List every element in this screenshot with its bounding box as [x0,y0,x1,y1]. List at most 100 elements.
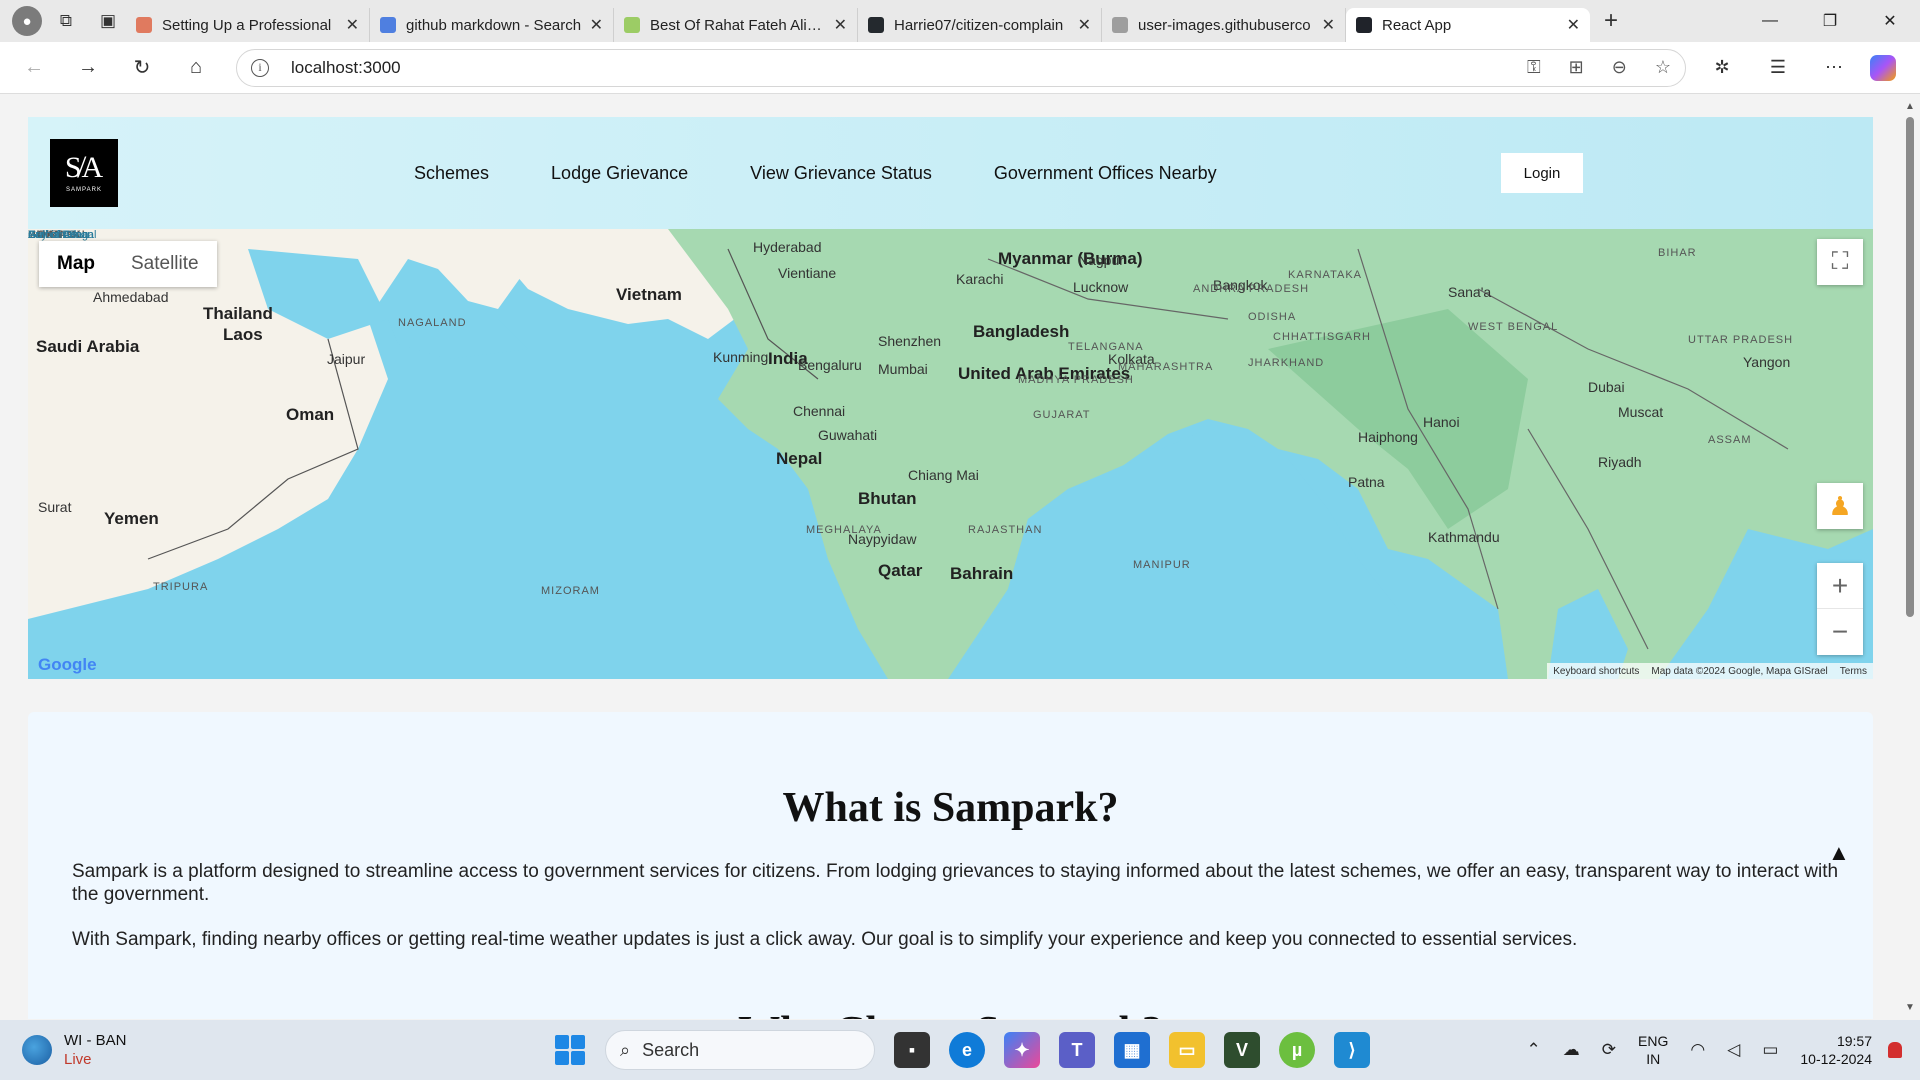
scroll-up-arrow-icon[interactable]: ▲ [1905,101,1915,112]
vertical-tabs-icon[interactable]: ▣ [90,5,126,37]
map-place-label[interactable]: Sana'a [1448,284,1491,300]
browser-tab[interactable]: Best Of Rahat Fateh Ali Kh ✕ [614,8,858,42]
map-place-label[interactable]: UTTAR PRADESH [1688,334,1793,346]
file-explorer-icon[interactable]: ▭ [1169,1032,1205,1068]
address-bar[interactable]: i localhost:3000 ⚿ ⊞ ⊖ ☆ [236,48,1686,87]
refresh-button[interactable]: ↻ [122,48,162,88]
password-key-icon[interactable]: ⚿ [1527,57,1541,78]
tab-close-icon[interactable]: ✕ [834,15,847,35]
nav-link-government-offices-nearby[interactable]: Government Offices Nearby [994,163,1217,184]
map-place-label[interactable]: Vietnam [616,285,682,305]
map-place-label[interactable]: Bahrain [950,564,1013,584]
map-place-label[interactable]: Jaipur [327,351,365,367]
edge-browser-icon[interactable]: e [949,1032,985,1068]
start-button[interactable] [555,1035,585,1065]
zoom-in-button[interactable]: + [1817,563,1863,609]
map-place-label[interactable]: MADHYA PRADESH [1018,374,1134,386]
tab-close-icon[interactable]: ✕ [1322,15,1335,35]
fullscreen-icon[interactable]: ⛶ [1817,239,1863,285]
map-place-label[interactable]: Saudi Arabia [36,337,139,357]
map-place-label[interactable]: Nagpur [1078,252,1124,268]
map-place-label[interactable]: WEST BENGAL [1468,321,1558,333]
map-place-label[interactable]: MEGHALAYA [806,524,882,536]
terms-link[interactable]: Terms [1840,666,1867,677]
map-type-satellite-button[interactable]: Satellite [113,241,217,287]
vim-icon[interactable]: V [1224,1032,1260,1068]
map-place-label[interactable]: BIHAR [1658,247,1697,259]
profile-icon[interactable]: ● [12,6,42,36]
notification-bell-icon[interactable] [1888,1042,1902,1058]
map-place-label[interactable]: Thailand [203,304,273,324]
favorites-icon[interactable]: ☰ [1758,48,1798,88]
map-place-label[interactable]: ANDHRA PRADESH [1193,283,1309,295]
keyboard-shortcuts-link[interactable]: Keyboard shortcuts [1553,666,1639,677]
map-place-label[interactable]: Vientiane [778,265,836,281]
map-place-label[interactable]: Bangladesh [973,322,1069,342]
vscode-icon[interactable]: ⟩ [1334,1032,1370,1068]
scrollbar-thumb[interactable] [1906,117,1914,617]
map-place-label[interactable]: Lucknow [1073,279,1128,295]
favorite-star-icon[interactable]: ☆ [1655,57,1671,78]
scroll-down-arrow-icon[interactable]: ▼ [1905,1002,1915,1013]
forward-button[interactable]: → [68,48,108,88]
map-place-label[interactable]: Laos [223,325,263,345]
map-place-label[interactable]: Hyderabad [753,239,822,255]
tab-close-icon[interactable]: ✕ [1567,15,1580,35]
teams-icon[interactable]: T [1059,1032,1095,1068]
map-place-label[interactable]: Patna [1348,474,1385,490]
taskbar-search[interactable]: ⌕ Search [605,1030,875,1070]
pegman-street-view-icon[interactable]: ♟ [1817,483,1863,529]
volume-icon[interactable]: ◁ [1727,1040,1740,1060]
map-place-label[interactable]: MANIPUR [1133,559,1191,571]
browser-tab[interactable]: user-images.githubuserco ✕ [1102,8,1346,42]
map-type-map-button[interactable]: Map [39,241,113,287]
map-place-label[interactable]: Hanoi [1423,414,1460,430]
battery-icon[interactable]: ▭ [1762,1040,1778,1060]
tab-close-icon[interactable]: ✕ [1078,15,1091,35]
nav-link-schemes[interactable]: Schemes [414,163,489,184]
map-place-label[interactable]: Mumbai [878,361,928,377]
browser-tab[interactable]: github markdown - Search ✕ [370,8,614,42]
wifi-icon[interactable]: ◠ [1690,1040,1705,1060]
extensions-icon[interactable]: ✲ [1702,48,1742,88]
map-place-label[interactable]: MAHARASHTRA [1118,361,1213,373]
map-place-label[interactable]: Bengaluru [798,357,862,373]
tab-close-icon[interactable]: ✕ [346,15,359,35]
browser-tab[interactable]: React App ✕ [1346,8,1590,42]
zoom-icon[interactable]: ⊖ [1612,57,1627,78]
map-place-label[interactable]: Haiphong [1358,429,1418,445]
map-place-label[interactable]: TELANGANA [1068,341,1144,353]
map-place-label[interactable]: Yemen [104,509,159,529]
more-menu-icon[interactable]: ⋯ [1814,48,1854,88]
login-button[interactable]: Login [1501,153,1583,193]
map-place-label[interactable]: Oman [286,405,334,425]
close-window-button[interactable]: ✕ [1860,0,1920,42]
map-place-label[interactable]: RAJASTHAN [968,524,1042,536]
map-place-label[interactable]: Guwahati [818,427,877,443]
copilot-app-icon[interactable]: ✦ [1004,1032,1040,1068]
nav-link-lodge-grievance[interactable]: Lodge Grievance [551,163,688,184]
clock[interactable]: 19:57 10-12-2024 [1800,1032,1872,1068]
chevron-up-icon[interactable]: ⌃ [1527,1040,1541,1060]
utorrent-icon[interactable]: µ [1279,1032,1315,1068]
map-place-label[interactable]: Yangon [1743,354,1790,370]
new-tab-button[interactable]: + [1604,7,1618,35]
page-scrollbar[interactable]: ▲ ▼ [1900,95,1920,1019]
google-logo[interactable]: Google [38,655,97,675]
workspaces-icon[interactable]: ⧉ [48,5,84,37]
map-place-label[interactable]: Muscat [1618,404,1663,420]
map-place-label[interactable]: Karachi [956,271,1003,287]
home-button[interactable]: ⌂ [176,48,216,88]
map-place-label[interactable]: Surat [38,499,71,515]
back-button[interactable]: ← [14,48,54,88]
browser-tab[interactable]: Harrie07/citizen-complain ✕ [858,8,1102,42]
nav-link-view-grievance-status[interactable]: View Grievance Status [750,163,932,184]
map-place-label[interactable]: ODISHA [1248,311,1296,323]
url-text[interactable]: localhost:3000 [291,58,1499,78]
map-place-label[interactable]: Arabian Sea [28,229,89,241]
weather-widget[interactable]: WI - BAN Live [22,1031,127,1069]
map-place-label[interactable]: Ahmedabad [93,289,169,305]
sync-icon[interactable]: ⟳ [1602,1040,1616,1060]
maximize-button[interactable]: ❐ [1800,0,1860,42]
map-place-label[interactable]: ASSAM [1708,434,1752,446]
